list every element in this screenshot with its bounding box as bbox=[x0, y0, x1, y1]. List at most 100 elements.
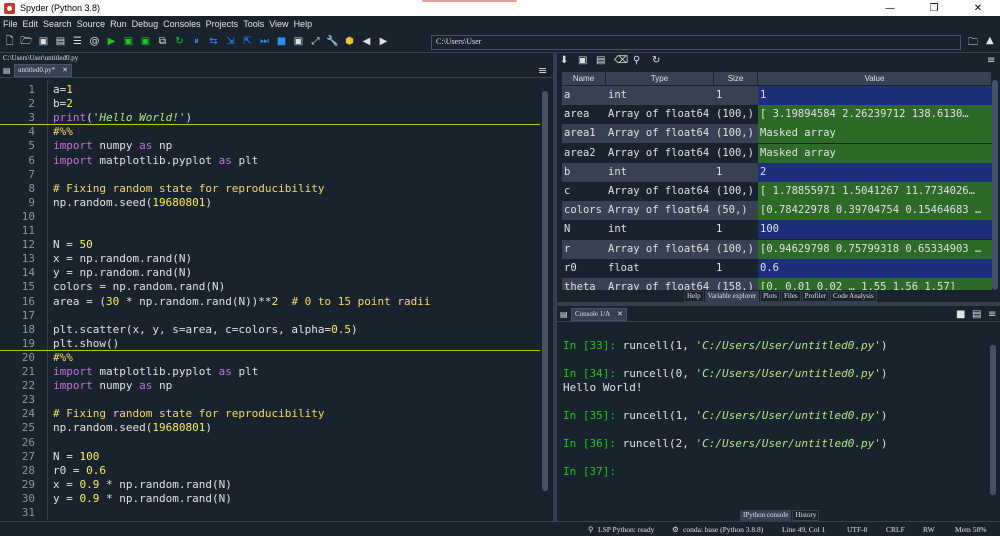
tab-ipython-console[interactable]: IPython console bbox=[740, 510, 792, 521]
toc-icon[interactable]: ☰ bbox=[71, 35, 84, 48]
code-line[interactable]: 1 a=1 bbox=[0, 83, 540, 97]
code-line[interactable]: 26 bbox=[0, 436, 540, 450]
header-size[interactable]: Size bbox=[714, 72, 758, 85]
close-button[interactable]: ✕ bbox=[956, 0, 1000, 16]
code-editor[interactable]: 1 a=1 2 b=2 3 print('Hello World!') 4 #%% 5 impor… bbox=[0, 80, 553, 520]
browse-folder-icon[interactable]: 🗀 bbox=[968, 35, 978, 52]
stop-debug-icon[interactable]: ■ bbox=[275, 35, 288, 48]
open-file-icon[interactable]: 🗁 bbox=[20, 35, 33, 48]
menu-search[interactable]: Search bbox=[43, 19, 72, 29]
code-line[interactable]: 31 bbox=[0, 506, 540, 520]
code-line[interactable]: 2 b=2 bbox=[0, 97, 540, 111]
header-value[interactable]: Value bbox=[758, 72, 992, 85]
table-row[interactable]: colors Array of float64 (50,) [0.78422978 0… bbox=[562, 201, 992, 221]
back-arrow-icon[interactable]: ◀ bbox=[360, 35, 373, 48]
code-line[interactable]: 28 r0 = 0.6 bbox=[0, 464, 540, 478]
debug-step-into-icon[interactable]: ⇲ bbox=[224, 35, 237, 48]
minimize-button[interactable]: — bbox=[868, 0, 912, 16]
tab-plots[interactable]: Plots bbox=[760, 291, 781, 302]
code-line[interactable]: 7 bbox=[0, 168, 540, 182]
console-menu-icon[interactable]: ≡ bbox=[988, 309, 996, 320]
menu-view[interactable]: View bbox=[269, 19, 288, 29]
code-line[interactable]: 19 plt.show() bbox=[0, 337, 540, 351]
menu-tools[interactable]: Tools bbox=[243, 19, 264, 29]
menu-file[interactable]: File bbox=[3, 19, 18, 29]
code-line[interactable]: 16 area = (30 * np.random.rand(N))**2 # 0… bbox=[0, 295, 540, 309]
code-line[interactable]: 17 bbox=[0, 309, 540, 323]
code-line[interactable]: 24 # Fixing random state for reproducibil… bbox=[0, 407, 540, 421]
table-row[interactable]: theta Array of float64 (158,) [0. 0.01 0.02… bbox=[562, 278, 992, 290]
at-icon[interactable]: @ bbox=[88, 35, 101, 48]
debug-step-return-icon[interactable]: ⇱ bbox=[241, 35, 254, 48]
lsp-status[interactable]: LSP Python: ready bbox=[598, 525, 654, 534]
new-file-icon[interactable]: 🗋 bbox=[3, 35, 16, 48]
erase-icon[interactable]: ⌫ bbox=[614, 55, 628, 66]
debug-step-icon[interactable]: ⇆ bbox=[207, 35, 220, 48]
code-line[interactable]: 8 # Fixing random state for reproducibili… bbox=[0, 182, 540, 196]
preferences-icon[interactable]: 🔧 bbox=[326, 35, 339, 48]
close-console-icon[interactable]: ✕ bbox=[617, 310, 623, 318]
menu-help[interactable]: Help bbox=[294, 19, 313, 29]
code-line[interactable]: 18 plt.scatter(x, y, s=area, c=colors, al… bbox=[0, 323, 540, 337]
fullscreen-icon[interactable]: ⤢ bbox=[309, 35, 322, 48]
close-tab-icon[interactable]: ✕ bbox=[62, 66, 68, 74]
menu-edit[interactable]: Edit bbox=[23, 19, 39, 29]
console-tab-list-icon[interactable]: ▤ bbox=[560, 310, 568, 319]
code-line[interactable]: 12 N = 50 bbox=[0, 238, 540, 252]
maximize-pane-icon[interactable]: ▣ bbox=[292, 35, 305, 48]
code-line[interactable]: 6 import matplotlib.pyplot as plt bbox=[0, 154, 540, 168]
tab-history[interactable]: History bbox=[792, 510, 820, 521]
code-line[interactable]: 22 import numpy as np bbox=[0, 379, 540, 393]
code-line[interactable]: 21 import matplotlib.pyplot as plt bbox=[0, 365, 540, 379]
menu-source[interactable]: Source bbox=[77, 19, 106, 29]
editor-scroll-thumb[interactable] bbox=[542, 91, 548, 491]
header-type[interactable]: Type bbox=[606, 72, 714, 85]
search-icon[interactable]: ⚲ bbox=[633, 55, 640, 66]
refresh-icon[interactable]: ↻ bbox=[652, 55, 660, 66]
menu-debug[interactable]: Debug bbox=[132, 19, 159, 29]
pane-options-icon[interactable]: ≡ bbox=[987, 55, 995, 66]
run-icon[interactable]: ▶ bbox=[105, 35, 118, 48]
console-scrollbar[interactable] bbox=[990, 345, 996, 495]
forward-arrow-icon[interactable]: ▶ bbox=[377, 35, 390, 48]
code-line[interactable]: 20 #%% bbox=[0, 351, 540, 365]
code-line[interactable]: 9 np.random.seed(19680801) bbox=[0, 196, 540, 210]
conda-env[interactable]: conda: base (Python 3.8.8) bbox=[683, 525, 763, 534]
menu-projects[interactable]: Projects bbox=[206, 19, 239, 29]
table-row[interactable]: r0 float 1 0.6 bbox=[562, 258, 992, 278]
table-row[interactable]: area1 Array of float64 (100,) Masked array bbox=[562, 124, 992, 144]
tab-help[interactable]: Help bbox=[684, 291, 704, 302]
code-line[interactable]: 29 x = 0.9 * np.random.rand(N) bbox=[0, 478, 540, 492]
table-row[interactable]: Nint 1 100 bbox=[562, 220, 992, 240]
tab-variable-explorer[interactable]: Variable explorer bbox=[704, 291, 760, 302]
tab-code-analysis[interactable]: Code Analysis bbox=[830, 291, 877, 302]
menu-run[interactable]: Run bbox=[110, 19, 127, 29]
code-line[interactable]: 4 #%% bbox=[0, 125, 540, 139]
table-row[interactable]: c Array of float64 (100,) [ 1.78855971 1.50… bbox=[562, 182, 992, 201]
tab-profiler[interactable]: Profiler bbox=[801, 291, 830, 302]
python-path-icon[interactable]: ⬢ bbox=[343, 35, 356, 48]
rerun-icon[interactable]: ↻ bbox=[173, 35, 186, 48]
run-cell-icon[interactable]: ▣ bbox=[122, 35, 135, 48]
save-as-icon[interactable]: ▤ bbox=[596, 55, 605, 66]
code-line[interactable]: 30 y = 0.9 * np.random.rand(N) bbox=[0, 492, 540, 506]
code-line[interactable]: 10 bbox=[0, 210, 540, 224]
code-line[interactable]: 25 np.random.seed(19680801) bbox=[0, 421, 540, 435]
code-line[interactable]: 15 colors = np.random.rand(N) bbox=[0, 280, 540, 294]
stop-kernel-icon[interactable]: ■ bbox=[956, 309, 965, 320]
save-data-icon[interactable]: ▣ bbox=[578, 55, 587, 66]
header-name[interactable]: Name bbox=[562, 72, 606, 85]
code-line[interactable]: 13 x = np.random.rand(N) bbox=[0, 252, 540, 266]
editor-scrollbar[interactable] bbox=[541, 83, 549, 503]
tab-files[interactable]: Files bbox=[781, 291, 801, 302]
console-options-icon[interactable]: ▤ bbox=[972, 309, 981, 320]
code-line[interactable]: 27 N = 100 bbox=[0, 450, 540, 464]
table-row[interactable]: a int 1 1 bbox=[562, 86, 992, 105]
import-data-icon[interactable]: ⬇ bbox=[560, 55, 568, 66]
tab-console-1a[interactable]: Console 1/A ✕ bbox=[571, 308, 627, 321]
table-row[interactable]: area Array of float64 (100,) [ 3.19894584 2… bbox=[562, 105, 992, 125]
maximize-button[interactable]: ❐ bbox=[912, 0, 956, 16]
run-cell-advance-icon[interactable]: ▣ bbox=[139, 35, 152, 48]
menu-consoles[interactable]: Consoles bbox=[163, 19, 201, 29]
tab-untitled0[interactable]: untitled0.py* ✕ bbox=[14, 64, 72, 77]
